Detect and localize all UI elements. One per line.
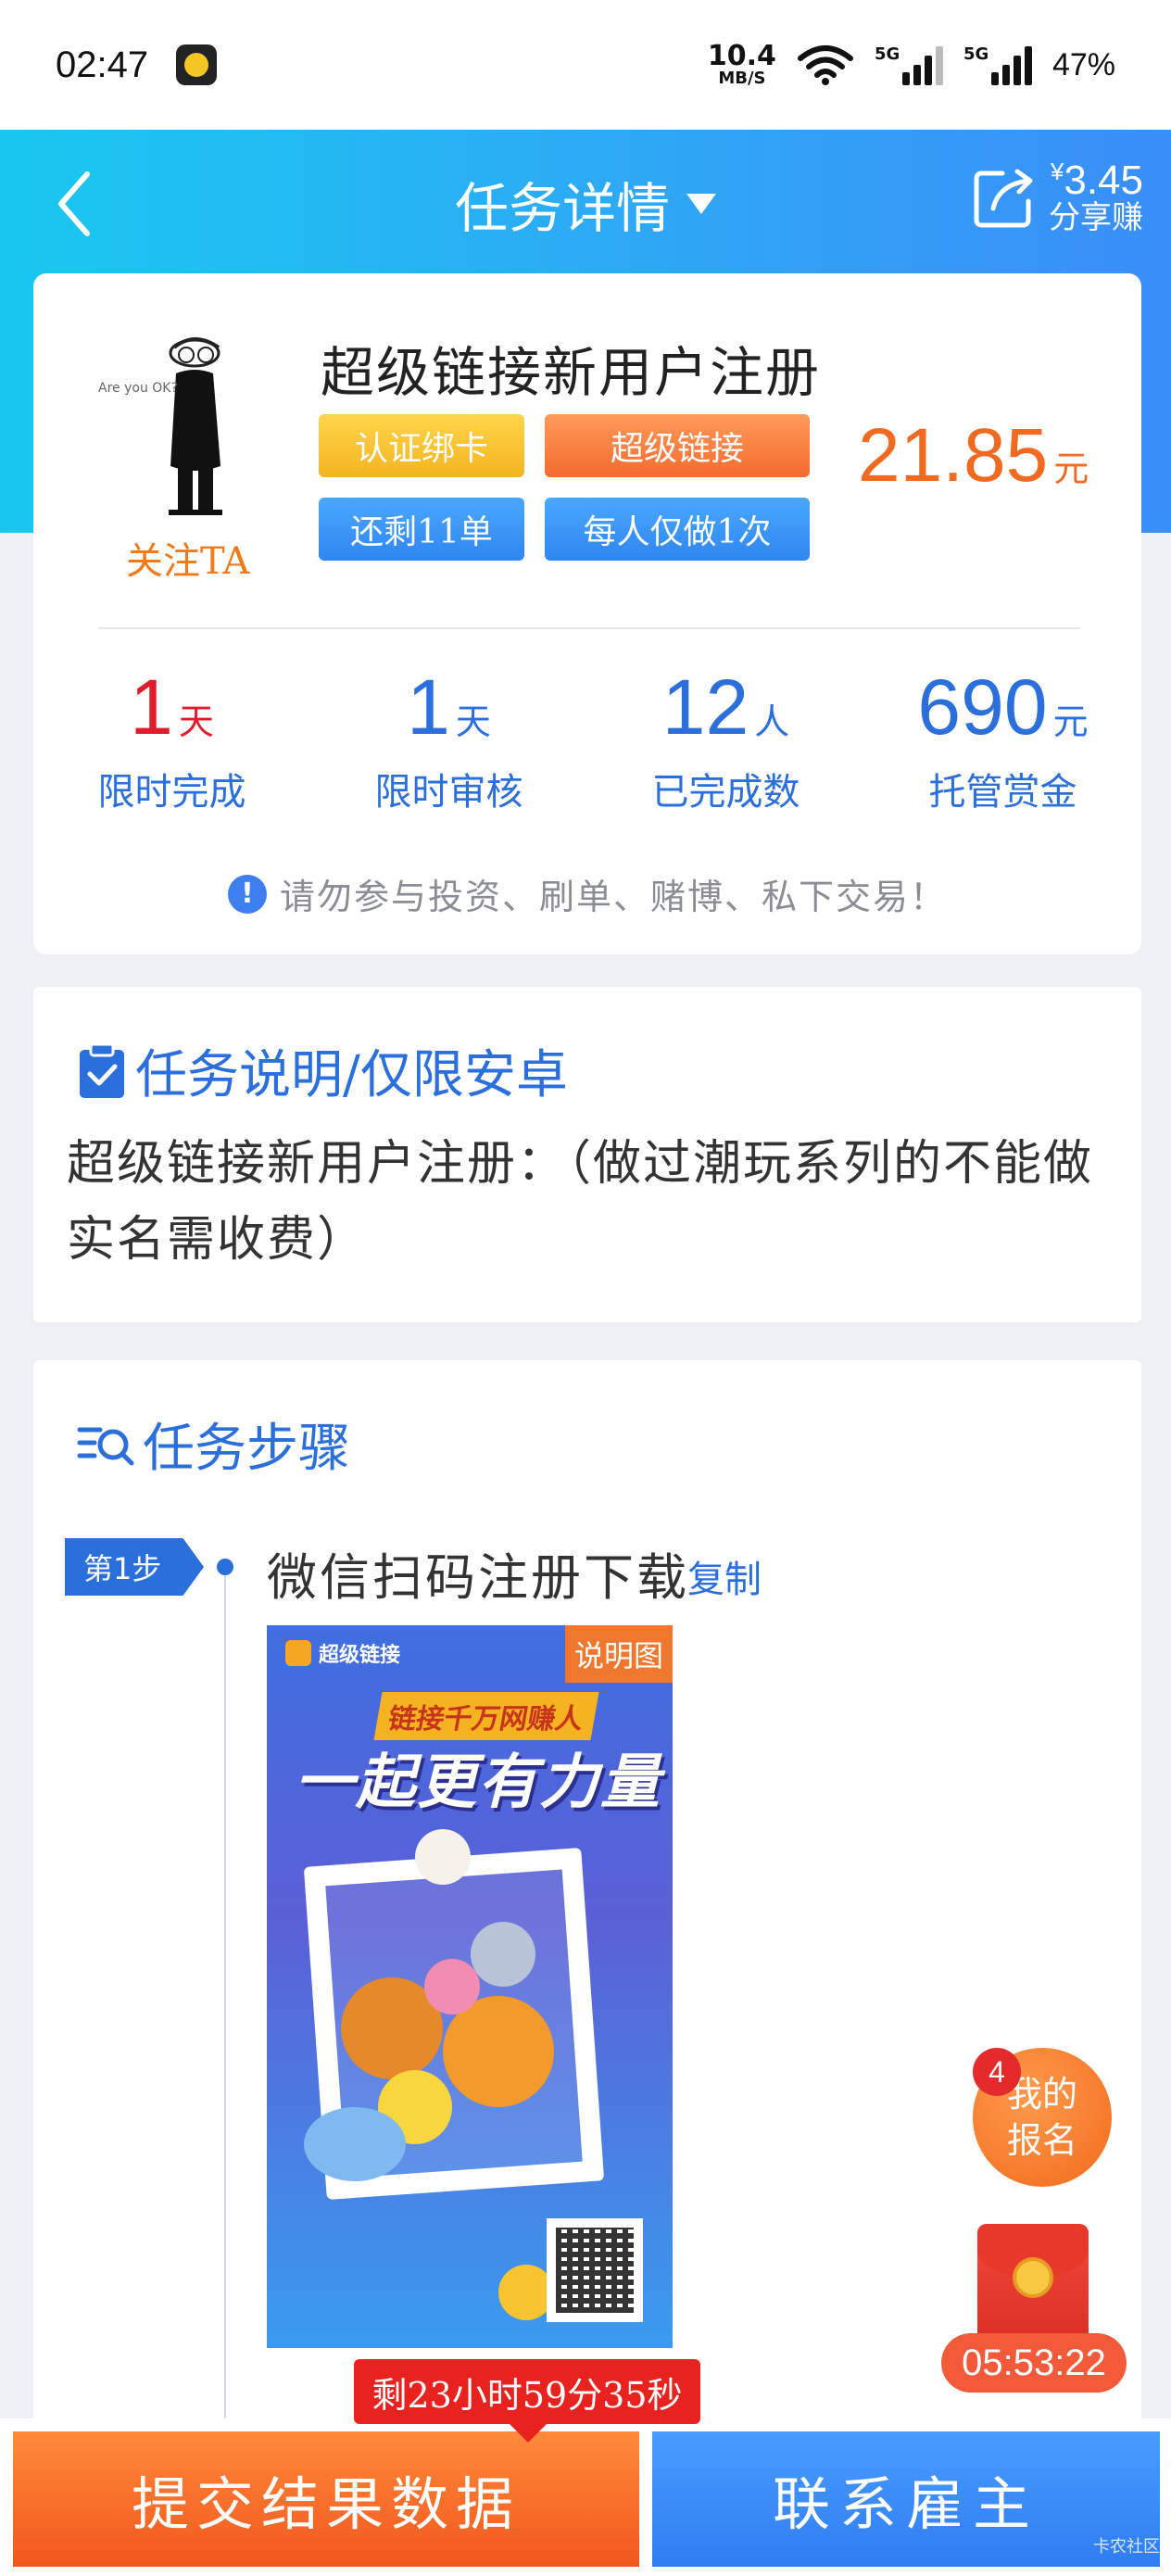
list-search-icon [77,1427,134,1465]
signal-icon-2: 5G [963,44,1032,85]
description-text: 超级链接新用户注册：（做过潮玩系列的不能做 实名需收费） [67,1136,1094,1268]
stat-value: 1 [407,663,450,751]
publisher-avatar[interactable]: Are you OK? [91,327,258,522]
toy-elephant [471,1922,535,1987]
illustration-badge: 说明图 [565,1625,673,1683]
tag-card-verify: 认证绑卡 [319,414,524,477]
tag-remaining-orders: 还剩11单 [319,498,524,561]
follow-button[interactable]: 关注TA [126,531,249,585]
stat-completed-count: 12 人 已完成数 [587,663,864,815]
chevron-down-icon [686,194,716,214]
task-description-card: 任务说明/仅限安卓 超级链接新用户注册：（做过潮玩系列的不能做 实名需收费） [33,987,1141,1322]
network-speed: 10.4 MB/S [708,43,776,87]
stat-unit: 天 [455,701,491,742]
network-speed-value: 10.4 [707,40,776,72]
my-signup-button[interactable]: 4 我的 报名 [973,2048,1112,2187]
copy-button[interactable]: 复制 [687,1549,762,1603]
warning-text: 请勿参与投资、刷单、赌博、私下交易！ [279,877,947,917]
description-title: 任务说明/仅限安卓 [135,1045,568,1105]
promo-brand-name: 超级链接 [319,1644,401,1667]
toy-pink [424,1959,480,2014]
watermark: 卡农社区 [1093,2537,1160,2557]
reward-unit: 元 [1053,448,1089,489]
timeline-dot [217,1559,233,1575]
warning-notice: ! 请勿参与投资、刷单、赌博、私下交易！ [33,868,1141,919]
task-reward: 21.85 元 [858,412,1089,499]
steps-title: 任务步骤 [143,1419,350,1479]
share-earn-button[interactable]: ¥3.45 分享赚 [971,158,1143,237]
status-right: 10.4 MB/S 5G 5G 47% [708,43,1115,87]
back-icon[interactable] [48,167,104,241]
stat-value: 690 [917,663,1048,751]
toy-shark [304,2107,406,2181]
step-1-image[interactable]: 超级链接 说明图 链接千万网赚人 一起更有力量 [267,1625,673,2348]
share-label: 分享赚 [1049,199,1143,237]
task-name: 超级链接新用户注册 [321,341,822,404]
task-summary-card: Are you OK? 关注TA 超级链接新用户注册 认证绑卡 超级链接 还剩1… [33,273,1141,954]
page-title-dropdown[interactable]: 任务详情 [455,165,716,243]
clipboard-check-icon [80,1042,124,1098]
red-packet-coin-icon [1013,2257,1053,2298]
share-icon [974,169,1033,228]
status-bar: 02:47 10.4 MB/S 5G 5G 47% [0,0,1171,130]
stat-complete-limit: 1天 限时完成 [33,663,310,815]
contact-employer-button[interactable]: 联系雇主 [652,2431,1160,2567]
qr-code [547,2218,643,2322]
stat-caption: 托管赏金 [928,771,1077,814]
battery-level: 47% [1051,46,1115,82]
steps-header: 任务步骤 [76,1407,350,1482]
stat-escrow-bounty: 690 元 托管赏金 [864,663,1141,815]
signup-line-2: 报名 [1006,2120,1077,2161]
signal-1-label: 5G [874,44,900,64]
svg-text:Are you OK?: Are you OK? [98,381,178,396]
exclamation-icon: ! [227,874,267,914]
stat-caption: 限时审核 [374,771,523,814]
deadline-countdown: 剩23小时59分35秒 [354,2359,700,2443]
wifi-icon [797,45,853,85]
tag-once-per-person: 每人仅做1次 [545,498,810,561]
share-amount: ¥3.45 [1050,158,1143,203]
stat-review-limit: 1天 限时审核 [310,663,587,815]
stat-caption: 已完成数 [651,771,800,814]
nav-bar: 任务详情 ¥3.45 分享赚 [0,130,1171,278]
step-1-text: 微信扫码注册下载 [267,1548,689,1607]
app-notification-icon [176,44,218,85]
tag-super-link: 超级链接 [545,414,810,477]
toy-emoji [498,2265,554,2320]
red-packet-timer: 05:53:22 [941,2333,1127,2393]
promo-slogan-small: 链接千万网赚人 [373,1692,599,1740]
reward-amount: 21.85 [858,413,1049,498]
status-time: 02:47 [56,44,149,85]
signal-icon-1: 5G [875,44,943,85]
promo-slogan-large: 一起更有力量 [295,1749,661,1817]
description-header: 任务说明/仅限安卓 [76,1033,568,1108]
submit-result-button[interactable]: 提交结果数据 [13,2431,639,2567]
divider [98,627,1080,629]
toy-eagle [415,1829,471,1885]
share-currency: ¥ [1050,158,1064,185]
stat-unit: 天 [178,701,214,742]
page-title: 任务详情 [454,177,670,240]
task-stats: 1天 限时完成 1天 限时审核 12 人 已完成数 690 元 托管赏金 [33,663,1141,815]
share-amount-value: 3.45 [1064,158,1143,203]
signal-2-label: 5G [963,44,989,64]
stat-value: 1 [130,663,173,751]
stat-caption: 限时完成 [97,771,246,814]
bottom-action-bar: 提交结果数据 联系雇主 卡农社区 [0,2418,1171,2576]
stat-unit: 元 [1052,701,1089,742]
network-speed-unit: MB/S [718,69,766,88]
share-reward: ¥3.45 分享赚 [1049,158,1143,237]
step-1-flag: 第1步 [65,1538,204,1596]
stat-value: 12 [661,663,749,751]
brand-logo-icon [285,1640,311,1666]
signup-count-badge: 4 [973,2048,1021,2096]
stat-unit: 人 [754,701,790,742]
promo-brand: 超级链接 [285,1638,400,1668]
